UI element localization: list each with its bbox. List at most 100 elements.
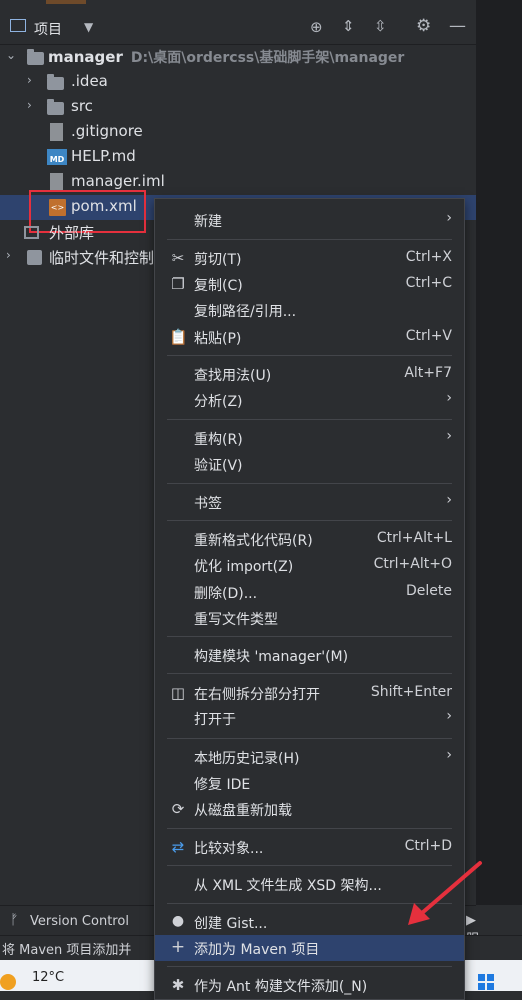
menu-item-label: 分析(Z) — [194, 394, 243, 410]
menu-item-label: 在右侧拆分部分打开 — [194, 687, 320, 703]
menu-item-label: 剪切(T) — [194, 252, 242, 268]
menu-item-label: 比较对象... — [194, 841, 264, 857]
gear-icon[interactable]: ⚙ — [416, 16, 431, 36]
chevron-right-icon: › — [446, 492, 452, 508]
project-view-icon — [10, 19, 26, 32]
menu-separator — [167, 966, 452, 967]
tree-root-label: manager D:\桌面\ordercss\基础脚手架\manager — [48, 48, 405, 66]
menu-item-open-in[interactable]: 打开于 › — [155, 705, 464, 731]
menu-item-copy[interactable]: ❐ 复制(C) Ctrl+C — [155, 271, 464, 297]
chevron-down-icon[interactable]: ⌄ — [6, 48, 16, 62]
menu-item-label: 构建模块 'manager'(M) — [194, 649, 349, 665]
menu-item-add-ant-build[interactable]: ✱ 作为 Ant 构建文件添加(_N) — [155, 972, 464, 998]
minimize-icon[interactable]: — — [449, 16, 466, 36]
editor-tab-sliver — [46, 0, 86, 4]
menu-item-validate[interactable]: 验证(V) — [155, 451, 464, 477]
menu-item-shortcut: Ctrl+X — [405, 249, 452, 265]
dropdown-icon[interactable]: ▼ — [84, 20, 93, 34]
file-icon — [50, 123, 63, 141]
chevron-right-icon[interactable]: › — [27, 98, 32, 112]
menu-item-copy-path[interactable]: 复制路径/引用... — [155, 297, 464, 323]
expand-all-icon[interactable]: ⇕ — [342, 17, 355, 35]
menu-item-cut[interactable]: ✂ 剪切(T) Ctrl+X — [155, 245, 464, 271]
file-icon — [50, 173, 63, 191]
chevron-right-icon: › — [446, 210, 452, 226]
start-icon[interactable] — [478, 974, 494, 990]
menu-item-label: 删除(D)... — [194, 586, 258, 602]
menu-item-override-file-type[interactable]: 重写文件类型 — [155, 605, 464, 631]
menu-item-label: 作为 Ant 构建文件添加(_N) — [194, 979, 368, 995]
tree-item-help[interactable]: MD HELP.md — [0, 145, 476, 170]
menu-item-label: 验证(V) — [194, 458, 243, 474]
menu-item-shortcut: Ctrl+Alt+L — [376, 530, 452, 546]
tree-item-idea[interactable]: › .idea — [0, 70, 476, 95]
menu-item-optimize-imports[interactable]: 优化 import(Z) Ctrl+Alt+O — [155, 552, 464, 578]
folder-icon — [47, 74, 64, 90]
menu-item-bookmarks[interactable]: 书签 › — [155, 489, 464, 515]
menu-item-label: 从磁盘重新加载 — [194, 803, 292, 819]
menu-item-label: 重构(R) — [194, 432, 243, 448]
menu-item-label: 从 XML 文件生成 XSD 架构... — [194, 878, 382, 894]
branch-icon: ᚠ — [10, 912, 19, 928]
tool-window-title[interactable]: 项目 — [34, 19, 62, 39]
menu-item-shortcut: Ctrl+D — [404, 838, 452, 854]
menu-item-label: 重写文件类型 — [194, 612, 278, 628]
right-tool-strip — [476, 0, 522, 905]
collapse-all-icon[interactable]: ⇳ — [374, 17, 387, 35]
menu-item-label: 新建 — [194, 214, 222, 230]
menu-separator — [167, 738, 452, 739]
chevron-right-icon[interactable]: › — [6, 248, 11, 262]
menu-item-refactor[interactable]: 重构(R) › — [155, 425, 464, 451]
annotation-arrow — [408, 861, 482, 925]
chevron-right-icon[interactable]: › — [27, 73, 32, 87]
menu-item-shortcut: Alt+F7 — [404, 365, 452, 381]
menu-item-shortcut: Ctrl+Alt+O — [373, 556, 452, 572]
menu-item-label: 重新格式化代码(R) — [194, 533, 313, 549]
menu-item-label: 本地历史记录(H) — [194, 751, 300, 767]
temperature-label: 12°C — [32, 970, 65, 985]
menu-item-analyze[interactable]: 分析(Z) › — [155, 387, 464, 413]
tree-item-label: .gitignore — [71, 122, 143, 140]
menu-item-reload-from-disk[interactable]: ⟳ 从磁盘重新加载 — [155, 796, 464, 822]
menu-item-paste[interactable]: 📋 粘贴(P) Ctrl+V — [155, 324, 464, 350]
menu-item-label: 创建 Gist... — [194, 916, 268, 932]
paste-icon: 📋 — [169, 328, 188, 346]
weather-icon — [0, 974, 16, 990]
ant-icon: ✱ — [171, 976, 185, 994]
tree-item-label: .idea — [71, 72, 108, 90]
tree-root-row[interactable]: ⌄ manager D:\桌面\ordercss\基础脚手架\manager — [0, 45, 476, 70]
menu-item-reformat[interactable]: 重新格式化代码(R) Ctrl+Alt+L — [155, 526, 464, 552]
tree-item-src[interactable]: › src — [0, 95, 476, 120]
split-icon: ◫ — [170, 684, 186, 702]
version-control-tab[interactable]: Version Control — [30, 914, 129, 929]
menu-item-label: 优化 import(Z) — [194, 559, 294, 575]
markdown-file-icon: MD — [47, 149, 67, 165]
menu-separator — [167, 419, 452, 420]
tree-item-label: 临时文件和控制 — [49, 249, 155, 267]
chevron-right-icon: › — [446, 390, 452, 406]
menu-item-local-history[interactable]: 本地历史记录(H) › — [155, 744, 464, 770]
menu-item-shortcut: Delete — [406, 583, 452, 599]
chevron-right-icon: › — [446, 708, 452, 724]
tree-item-label: HELP.md — [71, 147, 136, 165]
chevron-right-icon: › — [446, 747, 452, 763]
tree-item-gitignore[interactable]: .gitignore — [0, 120, 476, 145]
menu-item-new[interactable]: 新建 › — [155, 207, 464, 233]
menu-separator — [167, 828, 452, 829]
menu-item-label: 书签 — [194, 496, 222, 512]
menu-item-repair-ide[interactable]: 修复 IDE — [155, 770, 464, 796]
tree-item-label: manager.iml — [71, 172, 165, 190]
menu-item-build-module[interactable]: 构建模块 'manager'(M) — [155, 642, 464, 668]
menu-item-open-split[interactable]: ◫ 在右侧拆分部分打开 Shift+Enter — [155, 680, 464, 706]
menu-item-find-usages[interactable]: 查找用法(U) Alt+F7 — [155, 361, 464, 387]
tool-window-header: 项目 ▼ ⊕ ⇕ ⇳ ⚙ — — [0, 0, 476, 45]
menu-item-delete[interactable]: 删除(D)... Delete — [155, 579, 464, 605]
plus-icon: + — [170, 937, 186, 957]
copy-icon: ❐ — [171, 275, 185, 293]
locate-icon[interactable]: ⊕ — [310, 18, 323, 36]
reload-icon: ⟳ — [171, 800, 185, 818]
library-icon — [24, 226, 39, 239]
menu-item-label: 修复 IDE — [194, 777, 251, 793]
menu-item-add-maven-project[interactable]: + 添加为 Maven 项目 — [155, 935, 464, 961]
menu-item-label: 复制路径/引用... — [194, 304, 297, 320]
